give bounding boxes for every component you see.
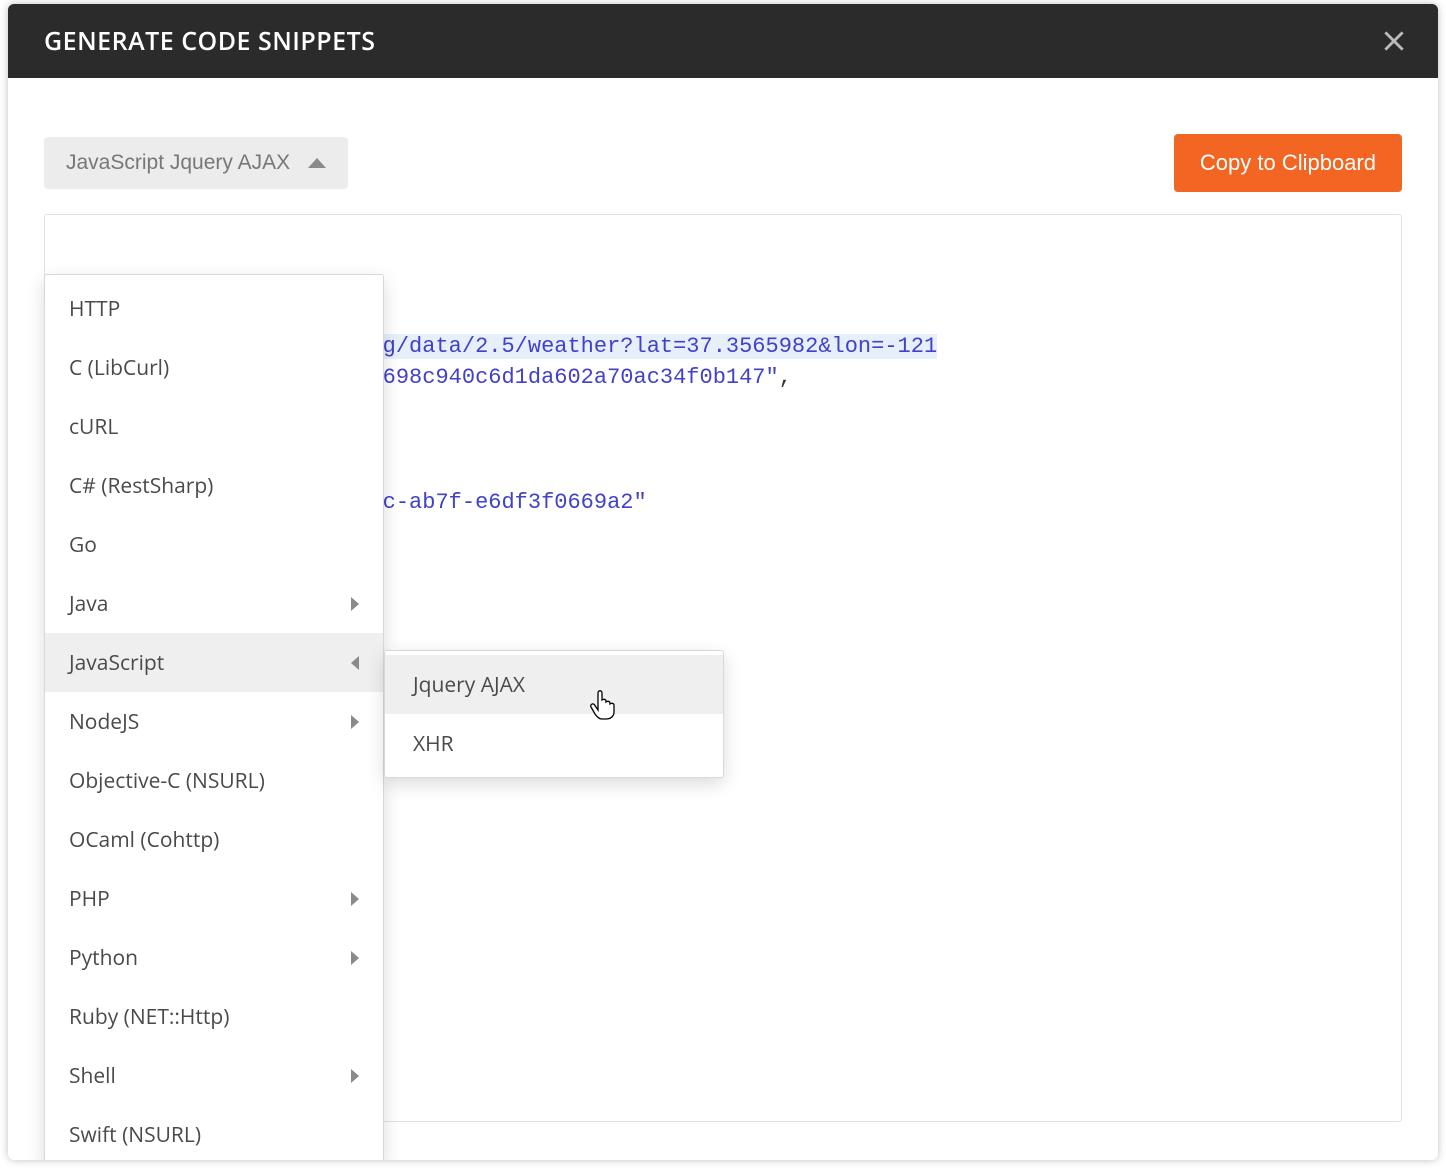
menu-item-label: Java xyxy=(69,590,108,618)
code-text: , xyxy=(779,365,792,390)
menu-item-label: HTTP xyxy=(69,295,120,323)
menu-item-ruby[interactable]: Ruby (NET::Http) xyxy=(45,987,383,1046)
code-string: " xyxy=(766,365,779,390)
menu-item-label: Go xyxy=(69,531,97,559)
menu-item-csharp[interactable]: C# (RestSharp) xyxy=(45,456,383,515)
menu-item-label: PHP xyxy=(69,885,110,913)
language-submenu-javascript: Jquery AJAX XHR xyxy=(384,650,724,778)
menu-item-swift[interactable]: Swift (NSURL) xyxy=(45,1105,383,1160)
menu-item-java[interactable]: Java xyxy=(45,574,383,633)
menu-item-label: Ruby (NET::Http) xyxy=(69,1003,229,1031)
modal-body: JavaScript Jquery AJAX Copy to Clipboard… xyxy=(8,78,1438,1160)
chevron-right-icon xyxy=(351,715,359,729)
menu-item-label: cURL xyxy=(69,413,118,441)
language-menu: HTTP C (LibCurl) cURL C# (RestSharp) Go … xyxy=(44,274,384,1160)
menu-item-c-libcurl[interactable]: C (LibCurl) xyxy=(45,338,383,397)
menu-item-label: Shell xyxy=(69,1062,116,1090)
menu-item-objc[interactable]: Objective-C (NSURL) xyxy=(45,751,383,810)
chevron-left-icon xyxy=(351,656,359,670)
menu-item-ocaml[interactable]: OCaml (Cohttp) xyxy=(45,810,383,869)
menu-item-php[interactable]: PHP xyxy=(45,869,383,928)
menu-item-label: Objective-C (NSURL) xyxy=(69,767,265,795)
menu-item-label: C (LibCurl) xyxy=(69,354,169,382)
menu-item-nodejs[interactable]: NodeJS xyxy=(45,692,383,751)
menu-item-label: C# (RestSharp) xyxy=(69,472,213,500)
menu-item-label: Swift (NSURL) xyxy=(69,1121,201,1149)
menu-item-label: Jquery AJAX xyxy=(413,671,525,699)
menu-item-label: JavaScript xyxy=(69,649,164,677)
menu-item-curl[interactable]: cURL xyxy=(45,397,383,456)
close-button[interactable] xyxy=(1378,25,1410,57)
modal-title: GENERATE CODE SNIPPETS xyxy=(44,24,376,58)
menu-item-http[interactable]: HTTP xyxy=(45,279,383,338)
caret-up-icon xyxy=(308,158,326,168)
copy-to-clipboard-button[interactable]: Copy to Clipboard xyxy=(1174,134,1402,192)
menu-item-label: OCaml (Cohttp) xyxy=(69,826,219,854)
submenu-item-xhr[interactable]: XHR xyxy=(385,714,723,773)
toolbar: JavaScript Jquery AJAX Copy to Clipboard xyxy=(44,134,1402,192)
chevron-right-icon xyxy=(351,951,359,965)
chevron-right-icon xyxy=(351,597,359,611)
menu-item-label: XHR xyxy=(413,730,454,758)
menu-item-python[interactable]: Python xyxy=(45,928,383,987)
menu-item-label: Python xyxy=(69,944,138,972)
submenu-item-jquery-ajax[interactable]: Jquery AJAX xyxy=(385,655,723,714)
language-dropdown[interactable]: JavaScript Jquery AJAX xyxy=(44,137,348,189)
modal-generate-code: GENERATE CODE SNIPPETS JavaScript Jquery… xyxy=(8,4,1438,1160)
menu-item-shell[interactable]: Shell xyxy=(45,1046,383,1105)
close-icon xyxy=(1381,28,1407,54)
menu-item-javascript[interactable]: JavaScript xyxy=(45,633,383,692)
modal-header: GENERATE CODE SNIPPETS xyxy=(8,4,1438,78)
chevron-right-icon xyxy=(351,1069,359,1083)
language-dropdown-label: JavaScript Jquery AJAX xyxy=(66,151,290,175)
chevron-right-icon xyxy=(351,892,359,906)
menu-item-label: NodeJS xyxy=(69,708,139,736)
menu-item-go[interactable]: Go xyxy=(45,515,383,574)
